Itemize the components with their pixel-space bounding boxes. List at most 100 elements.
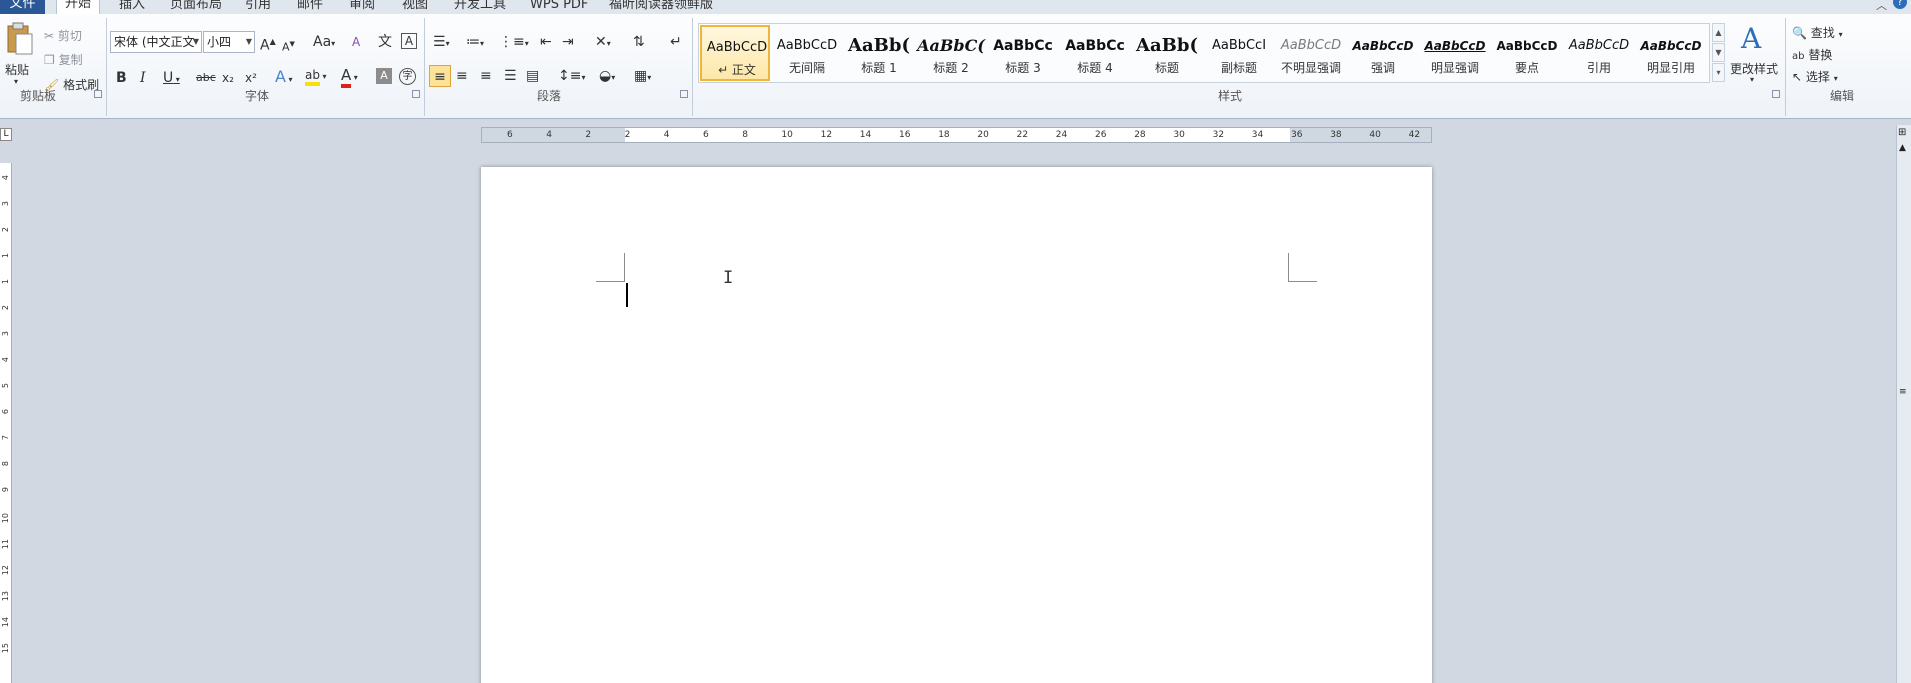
tab-mailings[interactable]: 邮件	[297, 0, 323, 14]
char-shading-button[interactable]: A	[376, 68, 392, 84]
tab-file[interactable]: 文件	[0, 0, 45, 14]
justify-button[interactable]: ☰	[504, 67, 517, 85]
styles-scroll-down-icon[interactable]: ▼	[1712, 43, 1725, 62]
change-styles-button[interactable]: A	[1737, 22, 1769, 55]
enclose-char-button[interactable]: 字	[399, 68, 416, 85]
font-name-combo[interactable]: 宋体 (中文正文 ▼	[110, 31, 202, 53]
style-heading-3[interactable]: AaBbCc 标题 3	[988, 25, 1058, 81]
font-color-button[interactable]: A ▾	[341, 66, 358, 88]
numbering-button[interactable]: ≔▾	[466, 33, 484, 53]
style-emphasis[interactable]: AaBbCcD 强调	[1348, 25, 1418, 81]
horizontal-ruler[interactable]: 6 4 2 2 4 6 8 10 12 14 16 18 20 22 24 26 28 30 32 34 36 38 40 4…	[481, 127, 1432, 143]
superscript-button[interactable]: x²	[245, 69, 257, 87]
find-label: 查找	[1810, 26, 1835, 40]
tab-wps-pdf[interactable]: WPS PDF	[530, 0, 588, 14]
show-marks-button[interactable]: ↵	[670, 33, 682, 51]
shading-button[interactable]: ◒▾	[599, 67, 615, 87]
style-subtle-emphasis[interactable]: AaBbCcD 不明显强调	[1276, 25, 1346, 81]
clear-format-button[interactable]: A	[352, 33, 360, 51]
tab-insert[interactable]: 插入	[119, 0, 145, 14]
vruler-tick: 4	[1, 175, 10, 181]
tab-view[interactable]: 视图	[402, 0, 428, 14]
style-normal[interactable]: AaBbCcD ↵ 正文	[700, 25, 770, 81]
bullets-button[interactable]: ☰▾	[433, 33, 450, 53]
italic-button[interactable]: I	[140, 69, 146, 87]
tab-developer[interactable]: 开发工具	[454, 0, 506, 14]
style-quote[interactable]: AaBbCcD 引用	[1564, 25, 1634, 81]
bold-button[interactable]: B	[116, 69, 127, 87]
style-heading-4[interactable]: AaBbCc 标题 4	[1060, 25, 1130, 81]
replace-button[interactable]: ab 替换	[1792, 46, 1832, 63]
styles-more-icon[interactable]: ▾	[1712, 63, 1725, 82]
group-separator	[692, 18, 693, 116]
cut-button[interactable]: ✂ 剪切	[44, 27, 82, 44]
font-launcher-icon[interactable]	[412, 90, 420, 98]
document-page[interactable]	[481, 167, 1432, 683]
copy-button[interactable]: ❐ 复制	[44, 51, 83, 68]
paragraph-launcher-icon[interactable]	[680, 90, 688, 98]
change-case-button[interactable]: Aa▾	[313, 33, 335, 53]
vruler-tick: 2	[1, 227, 10, 233]
borders-button[interactable]: ▦▾	[634, 67, 651, 87]
help-icon[interactable]: ?	[1893, 0, 1907, 9]
tab-foxit[interactable]: 福昕阅读器领鲜版	[609, 0, 713, 14]
decrease-indent-button[interactable]: ⇤	[540, 33, 552, 51]
font-size-combo[interactable]: 小四 ▼	[203, 31, 255, 53]
style-strong[interactable]: AaBbCcD 要点	[1492, 25, 1562, 81]
margin-mark-top-right	[1288, 253, 1317, 282]
distributed-button[interactable]: ▤	[526, 67, 539, 85]
tab-references[interactable]: 引用	[245, 0, 271, 14]
styles-scroll-up-icon[interactable]: ▲	[1712, 23, 1725, 42]
underline-button[interactable]: U ▾	[163, 69, 180, 89]
style-heading-2[interactable]: AaBbC( 标题 2	[916, 25, 986, 81]
strikethrough-button[interactable]: abc	[196, 69, 216, 87]
vertical-scrollbar[interactable]: ⊞ ▲ ≡	[1896, 125, 1911, 683]
find-button[interactable]: 🔍 查找 ▾	[1792, 24, 1843, 41]
subscript-button[interactable]: x₂	[222, 69, 234, 87]
clipboard-launcher-icon[interactable]	[94, 90, 102, 98]
chinese-layout-button[interactable]: ✕▾	[595, 33, 611, 53]
style-intense-quote[interactable]: AaBbCcD 明显引用	[1636, 25, 1706, 81]
ibeam-cursor-icon: I	[723, 268, 734, 288]
tab-home[interactable]: 开始	[56, 0, 100, 14]
ruler-tick: 12	[820, 130, 833, 140]
sort-button[interactable]: ⇅	[633, 33, 645, 51]
ruler-toggle-icon[interactable]: ⊞	[1898, 127, 1906, 138]
scroll-thumb-icon[interactable]: ≡	[1899, 387, 1907, 397]
text-effects-button[interactable]: A ▾	[275, 68, 293, 89]
pilcrow-icon: ↵	[670, 34, 682, 50]
chevron-down-icon[interactable]: ▾	[1750, 75, 1754, 84]
shrink-font-button[interactable]: A▼	[282, 35, 295, 57]
tab-stop-selector-icon[interactable]: L	[0, 128, 12, 141]
style-no-spacing[interactable]: AaBbCcD 无间隔	[772, 25, 842, 81]
char-border-button[interactable]: A	[401, 33, 417, 49]
style-preview: AaBbCcD	[1352, 39, 1414, 53]
minimize-ribbon-icon[interactable]: ︿	[1876, 0, 1887, 13]
paste-label[interactable]: 粘贴	[5, 61, 29, 78]
line-spacing-button[interactable]: ↕≡▾	[558, 67, 585, 87]
highlight-button[interactable]: ab ▾	[305, 66, 327, 86]
style-title[interactable]: AaBb( 标题	[1132, 25, 1202, 81]
align-right-button[interactable]: ≡	[480, 67, 492, 85]
align-center-button[interactable]: ≡	[456, 67, 468, 85]
grow-font-button[interactable]: A▲	[260, 33, 276, 55]
align-left-button[interactable]: ≡	[429, 65, 451, 87]
phonetic-guide-button[interactable]: 文	[378, 33, 392, 51]
style-heading-1[interactable]: AaBb( 标题 1	[844, 25, 914, 81]
styles-launcher-icon[interactable]	[1772, 90, 1780, 98]
scroll-up-icon[interactable]: ▲	[1899, 143, 1906, 153]
increase-indent-button[interactable]: ⇥	[562, 33, 574, 51]
ruler-tick: 24	[1055, 130, 1068, 140]
select-button[interactable]: ↖ 选择 ▾	[1792, 68, 1838, 85]
style-intense-emphasis[interactable]: AaBbCcD 明显强调	[1420, 25, 1490, 81]
paste-button[interactable]	[4, 22, 34, 55]
chinese-layout-icon: ✕	[595, 34, 607, 50]
tab-page-layout[interactable]: 页面布局	[170, 0, 222, 14]
style-subtitle[interactable]: AaBbCcI 副标题	[1204, 25, 1274, 81]
ruler-tick: 30	[1173, 130, 1185, 140]
multilevel-list-button[interactable]: ⋮≡▾	[499, 33, 529, 53]
paste-dropdown-icon[interactable]: ▾	[14, 77, 18, 86]
style-preview: AaBb(	[848, 35, 910, 56]
tab-review[interactable]: 审阅	[349, 0, 375, 14]
vertical-ruler[interactable]: 4 3 2 1 1 2 3 4 5 6 7 8 9 10 11 12 13 14 15	[0, 163, 12, 683]
